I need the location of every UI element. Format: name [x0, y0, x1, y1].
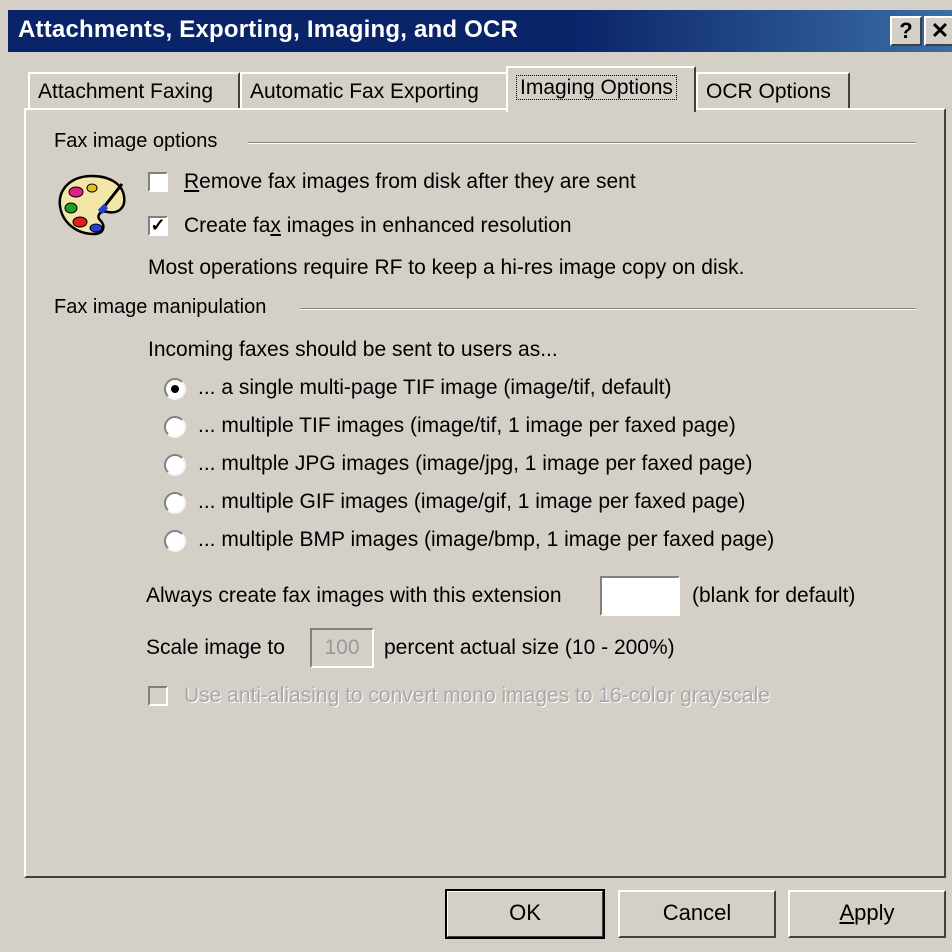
remove-images-checkbox[interactable]: [148, 172, 168, 192]
tab-imaging-options[interactable]: Imaging Options: [506, 66, 696, 112]
tab-attachment-faxing[interactable]: Attachment Faxing: [28, 72, 240, 110]
radio-dot: [171, 385, 179, 393]
tab-automatic-fax-exporting[interactable]: Automatic Fax Exporting: [240, 72, 508, 110]
group-divider: [248, 142, 916, 144]
group-label-fax-image-options: Fax image options: [54, 130, 218, 152]
imaging-options-panel: Fax image options Remove fax images from…: [24, 108, 946, 878]
apply-button[interactable]: Apply: [788, 890, 946, 938]
radio-multiple-jpg[interactable]: [164, 454, 186, 476]
checkmark-icon: ✓: [150, 215, 166, 235]
radio-multiple-gif[interactable]: [164, 492, 186, 514]
help-button[interactable]: ?: [890, 16, 922, 46]
ok-button[interactable]: OK: [445, 889, 605, 939]
title-bar[interactable]: Attachments, Exporting, Imaging, and OCR…: [8, 10, 952, 52]
tab-label: OCR Options: [706, 80, 831, 103]
radio-single-tif[interactable]: [164, 378, 186, 400]
radio-label-multiple-jpg[interactable]: ... multple JPG images (image/jpg, 1 ima…: [198, 452, 752, 476]
hires-note: Most operations require RF to keep a hi-…: [148, 256, 745, 279]
palette-icon: [58, 174, 126, 236]
antialias-checkbox[interactable]: [148, 686, 168, 706]
radio-multiple-tif[interactable]: [164, 416, 186, 438]
enhanced-resolution-label[interactable]: Create fax images in enhanced resolution: [184, 214, 572, 238]
cancel-button[interactable]: Cancel: [618, 890, 776, 938]
group-divider: [300, 308, 916, 310]
radio-label-multiple-gif[interactable]: ... multiple GIF images (image/gif, 1 im…: [198, 490, 745, 514]
radio-multiple-bmp[interactable]: [164, 530, 186, 552]
scale-input[interactable]: 100: [310, 628, 374, 668]
antialias-label: Use anti-aliasing to convert mono images…: [184, 684, 770, 707]
help-icon: ?: [899, 18, 913, 43]
radio-label-multiple-tif[interactable]: ... multiple TIF images (image/tif, 1 im…: [198, 414, 736, 438]
scale-hint: percent actual size (10 - 200%): [384, 636, 675, 659]
tab-label: Attachment Faxing: [38, 80, 214, 103]
tab-ocr-options[interactable]: OCR Options: [696, 72, 850, 110]
window-title: Attachments, Exporting, Imaging, and OCR: [18, 16, 519, 43]
close-button[interactable]: ✕: [924, 16, 952, 46]
incoming-faxes-prompt: Incoming faxes should be sent to users a…: [148, 338, 558, 361]
radio-label-single-tif[interactable]: ... a single multi-page TIF image (image…: [198, 376, 671, 400]
close-icon: ✕: [930, 18, 950, 43]
scale-label: Scale image to: [146, 636, 285, 659]
tab-label: Automatic Fax Exporting: [250, 80, 479, 103]
radio-label-multiple-bmp[interactable]: ... multiple BMP images (image/bmp, 1 im…: [198, 528, 774, 552]
remove-images-label[interactable]: Remove fax images from disk after they a…: [184, 170, 636, 194]
enhanced-resolution-checkbox[interactable]: ✓: [148, 216, 168, 236]
group-label-fax-image-manipulation: Fax image manipulation: [54, 296, 267, 318]
tab-label: Imaging Options: [516, 75, 677, 100]
extension-hint: (blank for default): [692, 584, 856, 607]
extension-label: Always create fax images with this exten…: [146, 584, 562, 607]
dialog-window: Attachments, Exporting, Imaging, and OCR…: [0, 0, 952, 952]
extension-input[interactable]: [600, 576, 680, 616]
